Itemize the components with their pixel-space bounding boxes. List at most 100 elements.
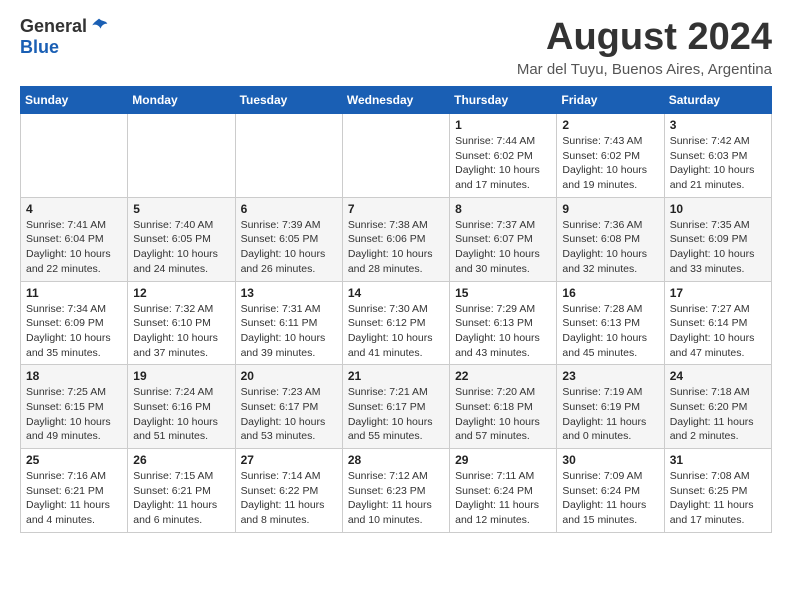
calendar-cell: 29 Sunrise: 7:11 AM Sunset: 6:24 PM Dayli… [450, 449, 557, 533]
day-info: Sunrise: 7:32 AM Sunset: 6:10 PM Dayligh… [133, 302, 229, 361]
day-info: Sunrise: 7:29 AM Sunset: 6:13 PM Dayligh… [455, 302, 551, 361]
day-number: 11 [26, 286, 122, 300]
logo-icon [89, 17, 109, 37]
day-info: Sunrise: 7:37 AM Sunset: 6:07 PM Dayligh… [455, 218, 551, 277]
calendar-cell: 7 Sunrise: 7:38 AM Sunset: 6:06 PM Daylig… [342, 197, 449, 281]
weekday-header-thursday: Thursday [450, 87, 557, 114]
day-number: 18 [26, 369, 122, 383]
week-row-1: 1Sunrise: 7:44 AM Sunset: 6:02 PM Daylig… [21, 114, 772, 198]
header: General Blue August 2024 Mar del Tuyu, B… [20, 16, 772, 78]
calendar-cell: 18 Sunrise: 7:25 AM Sunset: 6:15 PM Dayli… [21, 365, 128, 449]
day-info: Sunrise: 7:09 AM Sunset: 6:24 PM Dayligh… [562, 469, 658, 528]
weekday-header-tuesday: Tuesday [235, 87, 342, 114]
day-number: 26 [133, 453, 229, 467]
calendar-cell: 30 Sunrise: 7:09 AM Sunset: 6:24 PM Dayli… [557, 449, 664, 533]
calendar-cell: 3Sunrise: 7:42 AM Sunset: 6:03 PM Daylig… [664, 114, 771, 198]
calendar-cell: 24 Sunrise: 7:18 AM Sunset: 6:20 PM Dayli… [664, 365, 771, 449]
day-info: Sunrise: 7:44 AM Sunset: 6:02 PM Dayligh… [455, 134, 551, 193]
day-info: Sunrise: 7:38 AM Sunset: 6:06 PM Dayligh… [348, 218, 444, 277]
day-info: Sunrise: 7:12 AM Sunset: 6:23 PM Dayligh… [348, 469, 444, 528]
day-info: Sunrise: 7:16 AM Sunset: 6:21 PM Dayligh… [26, 469, 122, 528]
day-info: Sunrise: 7:23 AM Sunset: 6:17 PM Dayligh… [241, 385, 337, 444]
weekday-header-saturday: Saturday [664, 87, 771, 114]
week-row-4: 18 Sunrise: 7:25 AM Sunset: 6:15 PM Dayli… [21, 365, 772, 449]
day-number: 4 [26, 202, 122, 216]
calendar-cell: 23Sunrise: 7:19 AM Sunset: 6:19 PM Dayli… [557, 365, 664, 449]
calendar-cell: 25 Sunrise: 7:16 AM Sunset: 6:21 PM Dayli… [21, 449, 128, 533]
calendar-cell [342, 114, 449, 198]
calendar-cell: 20 Sunrise: 7:23 AM Sunset: 6:17 PM Dayli… [235, 365, 342, 449]
title-area: August 2024 Mar del Tuyu, Buenos Aires, … [517, 16, 772, 78]
day-number: 13 [241, 286, 337, 300]
day-number: 21 [348, 369, 444, 383]
day-number: 12 [133, 286, 229, 300]
calendar-cell: 9Sunrise: 7:36 AM Sunset: 6:08 PM Daylig… [557, 197, 664, 281]
day-info: Sunrise: 7:20 AM Sunset: 6:18 PM Dayligh… [455, 385, 551, 444]
day-info: Sunrise: 7:40 AM Sunset: 6:05 PM Dayligh… [133, 218, 229, 277]
day-number: 17 [670, 286, 766, 300]
month-year-title: August 2024 [517, 16, 772, 59]
day-info: Sunrise: 7:39 AM Sunset: 6:05 PM Dayligh… [241, 218, 337, 277]
day-info: Sunrise: 7:25 AM Sunset: 6:15 PM Dayligh… [26, 385, 122, 444]
day-number: 25 [26, 453, 122, 467]
day-number: 5 [133, 202, 229, 216]
calendar-cell: 10 Sunrise: 7:35 AM Sunset: 6:09 PM Dayli… [664, 197, 771, 281]
week-row-3: 11Sunrise: 7:34 AM Sunset: 6:09 PM Dayli… [21, 281, 772, 365]
day-number: 29 [455, 453, 551, 467]
day-info: Sunrise: 7:24 AM Sunset: 6:16 PM Dayligh… [133, 385, 229, 444]
day-info: Sunrise: 7:19 AM Sunset: 6:19 PM Dayligh… [562, 385, 658, 444]
calendar-cell: 4Sunrise: 7:41 AM Sunset: 6:04 PM Daylig… [21, 197, 128, 281]
location-subtitle: Mar del Tuyu, Buenos Aires, Argentina [517, 61, 772, 78]
day-info: Sunrise: 7:11 AM Sunset: 6:24 PM Dayligh… [455, 469, 551, 528]
weekday-header-monday: Monday [128, 87, 235, 114]
logo-general: General [20, 16, 87, 37]
day-number: 20 [241, 369, 337, 383]
calendar-cell: 1Sunrise: 7:44 AM Sunset: 6:02 PM Daylig… [450, 114, 557, 198]
day-number: 10 [670, 202, 766, 216]
day-info: Sunrise: 7:28 AM Sunset: 6:13 PM Dayligh… [562, 302, 658, 361]
day-number: 7 [348, 202, 444, 216]
day-info: Sunrise: 7:31 AM Sunset: 6:11 PM Dayligh… [241, 302, 337, 361]
logo: General Blue [20, 16, 109, 58]
day-info: Sunrise: 7:43 AM Sunset: 6:02 PM Dayligh… [562, 134, 658, 193]
calendar-cell: 14 Sunrise: 7:30 AM Sunset: 6:12 PM Dayli… [342, 281, 449, 365]
day-number: 30 [562, 453, 658, 467]
weekday-header-friday: Friday [557, 87, 664, 114]
day-number: 24 [670, 369, 766, 383]
day-number: 15 [455, 286, 551, 300]
calendar-cell: 27Sunrise: 7:14 AM Sunset: 6:22 PM Dayli… [235, 449, 342, 533]
calendar-cell: 6 Sunrise: 7:39 AM Sunset: 6:05 PM Daylig… [235, 197, 342, 281]
calendar-cell: 11Sunrise: 7:34 AM Sunset: 6:09 PM Dayli… [21, 281, 128, 365]
calendar-cell: 31 Sunrise: 7:08 AM Sunset: 6:25 PM Dayli… [664, 449, 771, 533]
weekday-header-row: SundayMondayTuesdayWednesdayThursdayFrid… [21, 87, 772, 114]
day-number: 2 [562, 118, 658, 132]
day-info: Sunrise: 7:18 AM Sunset: 6:20 PM Dayligh… [670, 385, 766, 444]
calendar-cell: 21Sunrise: 7:21 AM Sunset: 6:17 PM Dayli… [342, 365, 449, 449]
calendar-cell: 19 Sunrise: 7:24 AM Sunset: 6:16 PM Dayli… [128, 365, 235, 449]
calendar-cell [128, 114, 235, 198]
day-info: Sunrise: 7:30 AM Sunset: 6:12 PM Dayligh… [348, 302, 444, 361]
day-number: 19 [133, 369, 229, 383]
calendar-cell: 22 Sunrise: 7:20 AM Sunset: 6:18 PM Dayli… [450, 365, 557, 449]
day-info: Sunrise: 7:35 AM Sunset: 6:09 PM Dayligh… [670, 218, 766, 277]
day-number: 6 [241, 202, 337, 216]
day-number: 27 [241, 453, 337, 467]
day-number: 28 [348, 453, 444, 467]
day-number: 31 [670, 453, 766, 467]
week-row-5: 25 Sunrise: 7:16 AM Sunset: 6:21 PM Dayli… [21, 449, 772, 533]
day-number: 16 [562, 286, 658, 300]
day-number: 22 [455, 369, 551, 383]
calendar-cell: 12 Sunrise: 7:32 AM Sunset: 6:10 PM Dayli… [128, 281, 235, 365]
calendar-cell: 15 Sunrise: 7:29 AM Sunset: 6:13 PM Dayli… [450, 281, 557, 365]
day-number: 14 [348, 286, 444, 300]
day-info: Sunrise: 7:08 AM Sunset: 6:25 PM Dayligh… [670, 469, 766, 528]
weekday-header-wednesday: Wednesday [342, 87, 449, 114]
calendar-table: SundayMondayTuesdayWednesdayThursdayFrid… [20, 86, 772, 533]
calendar-cell: 28 Sunrise: 7:12 AM Sunset: 6:23 PM Dayli… [342, 449, 449, 533]
weekday-header-sunday: Sunday [21, 87, 128, 114]
calendar-cell: 26Sunrise: 7:15 AM Sunset: 6:21 PM Dayli… [128, 449, 235, 533]
day-info: Sunrise: 7:36 AM Sunset: 6:08 PM Dayligh… [562, 218, 658, 277]
calendar-cell: 5 Sunrise: 7:40 AM Sunset: 6:05 PM Daylig… [128, 197, 235, 281]
day-number: 3 [670, 118, 766, 132]
calendar-cell [235, 114, 342, 198]
